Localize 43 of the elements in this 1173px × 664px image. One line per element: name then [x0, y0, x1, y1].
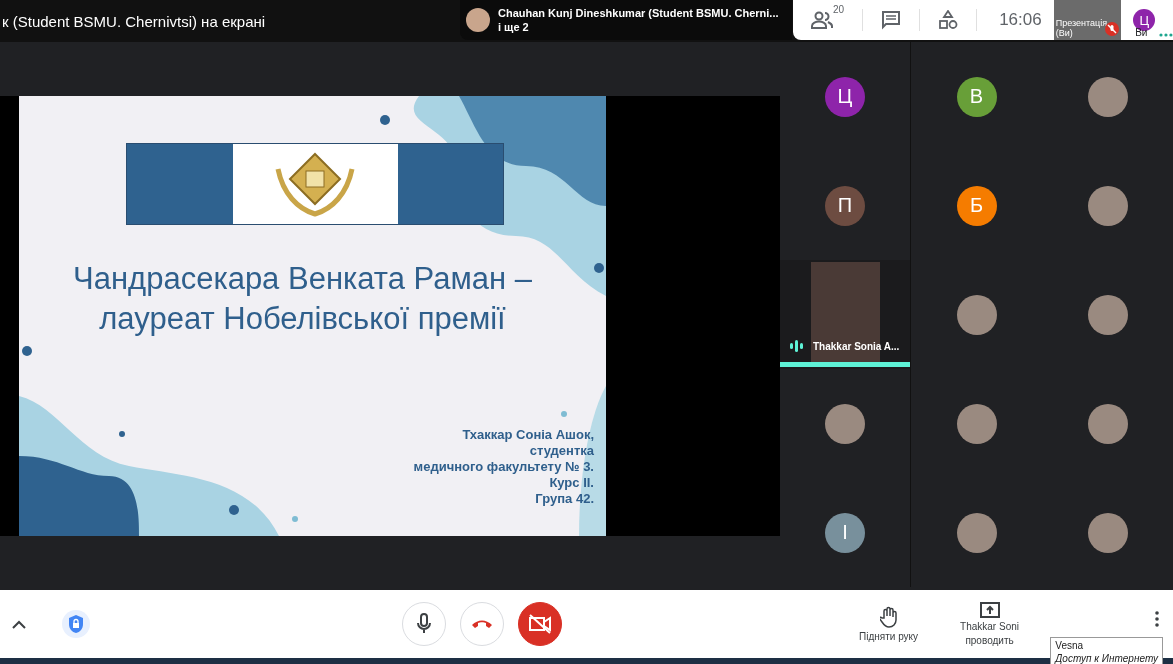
chat-icon — [881, 10, 902, 30]
shapes-icon — [938, 10, 959, 30]
microphone-icon — [416, 613, 432, 635]
avatar-photo-placeholder — [1087, 185, 1128, 226]
hand-icon — [879, 605, 898, 628]
microphone-button[interactable] — [402, 602, 446, 646]
notification-name: Chauhan Kunj Dineshkumar (Student BSMU. Cherni... — [498, 6, 779, 20]
presentation-title: к (Student BSMU. Chernivtsi) на екрані — [1, 12, 267, 30]
hang-up-button[interactable] — [460, 602, 504, 646]
slide-title: Чандрасекара Венката Раман – лауреат Нобелівської премії — [72, 260, 533, 338]
avatar-photo-placeholder — [956, 403, 997, 444]
shield-lock-button[interactable] — [62, 610, 90, 638]
shield-lock-icon — [68, 614, 84, 634]
participant-avatar: В — [956, 76, 997, 117]
participant-avatar: П — [825, 185, 865, 226]
participant-avatar: Ц — [825, 76, 865, 117]
participant-avatar: Б — [956, 185, 997, 226]
avatar-photo-placeholder — [956, 294, 997, 335]
raise-hand-button[interactable]: Підняти руку — [853, 604, 925, 644]
avatar-photo-placeholder — [1087, 403, 1128, 444]
slide-author-text: Тхаккар Соніа Ашок, студентка медичного факультету № 3. Курс ІІ. Група 42. — [412, 427, 595, 507]
present-button[interactable]: Thakkar Soni проводить — [954, 601, 1025, 647]
self-preview-label: Презентація (Ви) — [1054, 17, 1108, 40]
avatar-photo-placeholder — [825, 403, 865, 444]
avatar-photo-placeholder — [1087, 294, 1128, 335]
camera-button[interactable] — [518, 602, 562, 646]
chevron-up-icon[interactable] — [12, 619, 26, 629]
phone-icon — [471, 619, 493, 629]
present-screen-icon — [979, 602, 1000, 618]
avatar-photo-placeholder — [1087, 512, 1128, 553]
more-options-icon[interactable] — [1155, 611, 1159, 627]
clock-time: 16:06 — [998, 10, 1043, 30]
avatar-photo-placeholder — [956, 512, 997, 553]
notification-more: і ще 2 — [498, 20, 530, 34]
tooltip-title: Vesna — [1055, 639, 1085, 652]
people-icon — [811, 11, 833, 29]
tooltip-subtitle: Доступ к Интернету — [1055, 652, 1158, 664]
camera-off-icon — [528, 614, 552, 634]
participant-name: Thakkar Sonia A... — [813, 340, 900, 352]
avatar-photo-placeholder — [466, 8, 490, 32]
more-dots-icon[interactable] — [1159, 33, 1173, 37]
participant-avatar: I — [825, 512, 865, 553]
avatar-photo-placeholder — [1087, 76, 1128, 117]
